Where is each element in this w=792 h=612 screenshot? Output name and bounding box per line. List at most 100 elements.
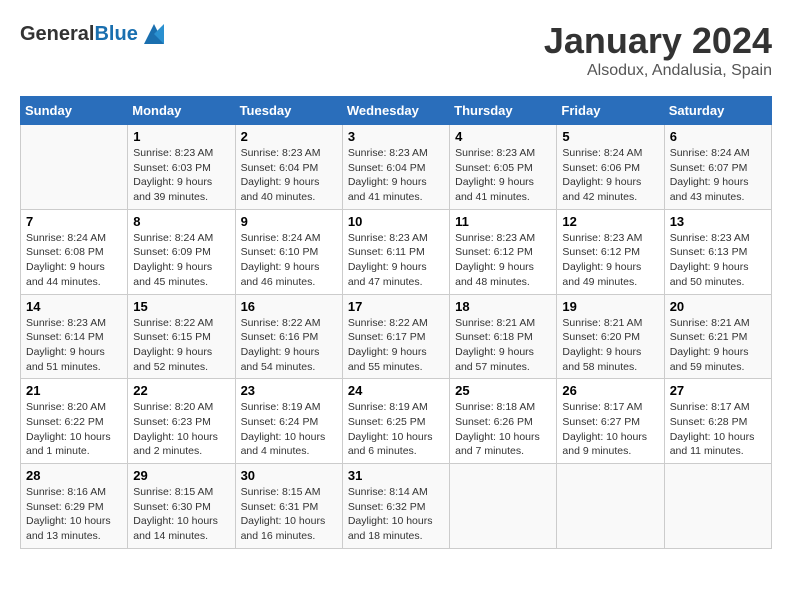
calendar-cell: 15 Sunrise: 8:22 AMSunset: 6:15 PMDayligh…: [128, 294, 235, 379]
day-info: Sunrise: 8:23 AMSunset: 6:03 PMDaylight:…: [133, 146, 229, 205]
day-number: 6: [670, 129, 766, 144]
calendar-cell: 24Sunrise: 8:19 AMSunset: 6:25 PMDayligh…: [342, 379, 449, 464]
day-number: 20: [670, 299, 766, 314]
day-info: Sunrise: 8:23 AMSunset: 6:04 PMDaylight:…: [348, 146, 444, 205]
calendar-cell: 10 Sunrise: 8:23 AMSunset: 6:11 PMDayligh…: [342, 209, 449, 294]
calendar-cell: 25Sunrise: 8:18 AMSunset: 6:26 PMDayligh…: [450, 379, 557, 464]
calendar-week-row: 28Sunrise: 8:16 AMSunset: 6:29 PMDayligh…: [21, 464, 772, 549]
calendar-cell: 14 Sunrise: 8:23 AMSunset: 6:14 PMDayligh…: [21, 294, 128, 379]
day-info: Sunrise: 8:23 AMSunset: 6:13 PMDaylight:…: [670, 231, 766, 290]
calendar-cell: 18 Sunrise: 8:21 AMSunset: 6:18 PMDayligh…: [450, 294, 557, 379]
calendar-cell: 13 Sunrise: 8:23 AMSunset: 6:13 PMDayligh…: [664, 209, 771, 294]
day-number: 23: [241, 383, 337, 398]
day-number: 15: [133, 299, 229, 314]
day-number: 31: [348, 468, 444, 483]
calendar-cell: 1Sunrise: 8:23 AMSunset: 6:03 PMDaylight…: [128, 125, 235, 210]
calendar-cell: 21Sunrise: 8:20 AMSunset: 6:22 PMDayligh…: [21, 379, 128, 464]
calendar-cell: [450, 464, 557, 549]
day-number: 26: [562, 383, 658, 398]
day-number: 7: [26, 214, 122, 229]
header-day-sunday: Sunday: [21, 97, 128, 125]
calendar-cell: [664, 464, 771, 549]
calendar-cell: 11 Sunrise: 8:23 AMSunset: 6:12 PMDayligh…: [450, 209, 557, 294]
day-number: 22: [133, 383, 229, 398]
day-number: 16: [241, 299, 337, 314]
calendar-cell: 9Sunrise: 8:24 AMSunset: 6:10 PMDaylight…: [235, 209, 342, 294]
day-number: 12: [562, 214, 658, 229]
day-number: 27: [670, 383, 766, 398]
calendar-cell: 22 Sunrise: 8:20 AMSunset: 6:23 PMDayligh…: [128, 379, 235, 464]
calendar-cell: 8 Sunrise: 8:24 AMSunset: 6:09 PMDaylight…: [128, 209, 235, 294]
logo-blue: Blue: [94, 23, 137, 45]
calendar-cell: 27 Sunrise: 8:17 AMSunset: 6:28 PMDayligh…: [664, 379, 771, 464]
day-number: 5: [562, 129, 658, 144]
header-day-tuesday: Tuesday: [235, 97, 342, 125]
title-block: January 2024 Alsodux, Andalusia, Spain: [544, 20, 772, 80]
day-number: 18: [455, 299, 551, 314]
day-info: Sunrise: 8:23 AMSunset: 6:12 PMDaylight:…: [562, 231, 658, 290]
calendar-table: SundayMondayTuesdayWednesdayThursdayFrid…: [20, 96, 772, 549]
day-number: 29: [133, 468, 229, 483]
page-header: GeneralBlue January 2024 Alsodux, Andalu…: [20, 20, 772, 80]
logo-text: GeneralBlue: [20, 23, 138, 46]
day-info: Sunrise: 8:19 AMSunset: 6:24 PMDaylight:…: [241, 400, 337, 459]
day-info: Sunrise: 8:21 AMSunset: 6:20 PMDaylight:…: [562, 316, 658, 375]
calendar-week-row: 1Sunrise: 8:23 AMSunset: 6:03 PMDaylight…: [21, 125, 772, 210]
logo-general: General: [20, 23, 94, 45]
calendar-cell: 3 Sunrise: 8:23 AMSunset: 6:04 PMDaylight…: [342, 125, 449, 210]
day-info: Sunrise: 8:23 AMSunset: 6:12 PMDaylight:…: [455, 231, 551, 290]
day-number: 10: [348, 214, 444, 229]
header-day-monday: Monday: [128, 97, 235, 125]
day-info: Sunrise: 8:22 AMSunset: 6:16 PMDaylight:…: [241, 316, 337, 375]
calendar-cell: 4 Sunrise: 8:23 AMSunset: 6:05 PMDaylight…: [450, 125, 557, 210]
day-info: Sunrise: 8:21 AMSunset: 6:21 PMDaylight:…: [670, 316, 766, 375]
day-info: Sunrise: 8:23 AMSunset: 6:04 PMDaylight:…: [241, 146, 337, 205]
calendar-cell: 26 Sunrise: 8:17 AMSunset: 6:27 PMDayligh…: [557, 379, 664, 464]
day-info: Sunrise: 8:22 AMSunset: 6:15 PMDaylight:…: [133, 316, 229, 375]
header-day-saturday: Saturday: [664, 97, 771, 125]
day-info: Sunrise: 8:19 AMSunset: 6:25 PMDaylight:…: [348, 400, 444, 459]
day-info: Sunrise: 8:14 AMSunset: 6:32 PMDaylight:…: [348, 485, 444, 544]
calendar-header-row: SundayMondayTuesdayWednesdayThursdayFrid…: [21, 97, 772, 125]
day-info: Sunrise: 8:23 AMSunset: 6:05 PMDaylight:…: [455, 146, 551, 205]
day-number: 3: [348, 129, 444, 144]
day-info: Sunrise: 8:23 AMSunset: 6:14 PMDaylight:…: [26, 316, 122, 375]
day-info: Sunrise: 8:15 AMSunset: 6:30 PMDaylight:…: [133, 485, 229, 544]
calendar-week-row: 21Sunrise: 8:20 AMSunset: 6:22 PMDayligh…: [21, 379, 772, 464]
day-info: Sunrise: 8:21 AMSunset: 6:18 PMDaylight:…: [455, 316, 551, 375]
day-number: 4: [455, 129, 551, 144]
calendar-cell: 5 Sunrise: 8:24 AMSunset: 6:06 PMDaylight…: [557, 125, 664, 210]
day-number: 14: [26, 299, 122, 314]
calendar-cell: 20 Sunrise: 8:21 AMSunset: 6:21 PMDayligh…: [664, 294, 771, 379]
day-number: 9: [241, 214, 337, 229]
header-day-wednesday: Wednesday: [342, 97, 449, 125]
day-info: Sunrise: 8:18 AMSunset: 6:26 PMDaylight:…: [455, 400, 551, 459]
day-info: Sunrise: 8:17 AMSunset: 6:27 PMDaylight:…: [562, 400, 658, 459]
header-day-friday: Friday: [557, 97, 664, 125]
calendar-cell: 12 Sunrise: 8:23 AMSunset: 6:12 PMDayligh…: [557, 209, 664, 294]
day-info: Sunrise: 8:24 AMSunset: 6:06 PMDaylight:…: [562, 146, 658, 205]
calendar-cell: [557, 464, 664, 549]
day-info: Sunrise: 8:24 AMSunset: 6:09 PMDaylight:…: [133, 231, 229, 290]
day-number: 17: [348, 299, 444, 314]
day-info: Sunrise: 8:15 AMSunset: 6:31 PMDaylight:…: [241, 485, 337, 544]
day-info: Sunrise: 8:22 AMSunset: 6:17 PMDaylight:…: [348, 316, 444, 375]
calendar-cell: 30Sunrise: 8:15 AMSunset: 6:31 PMDayligh…: [235, 464, 342, 549]
day-number: 21: [26, 383, 122, 398]
day-info: Sunrise: 8:17 AMSunset: 6:28 PMDaylight:…: [670, 400, 766, 459]
calendar-cell: [21, 125, 128, 210]
day-info: Sunrise: 8:20 AMSunset: 6:23 PMDaylight:…: [133, 400, 229, 459]
header-day-thursday: Thursday: [450, 97, 557, 125]
calendar-cell: 6Sunrise: 8:24 AMSunset: 6:07 PMDaylight…: [664, 125, 771, 210]
day-number: 11: [455, 214, 551, 229]
day-number: 8: [133, 214, 229, 229]
calendar-cell: 29 Sunrise: 8:15 AMSunset: 6:30 PMDayligh…: [128, 464, 235, 549]
logo: GeneralBlue: [20, 20, 168, 48]
day-info: Sunrise: 8:16 AMSunset: 6:29 PMDaylight:…: [26, 485, 122, 544]
calendar-cell: 16 Sunrise: 8:22 AMSunset: 6:16 PMDayligh…: [235, 294, 342, 379]
calendar-cell: 2Sunrise: 8:23 AMSunset: 6:04 PMDaylight…: [235, 125, 342, 210]
calendar-cell: 28Sunrise: 8:16 AMSunset: 6:29 PMDayligh…: [21, 464, 128, 549]
logo-icon: [140, 20, 168, 48]
day-number: 13: [670, 214, 766, 229]
day-info: Sunrise: 8:23 AMSunset: 6:11 PMDaylight:…: [348, 231, 444, 290]
